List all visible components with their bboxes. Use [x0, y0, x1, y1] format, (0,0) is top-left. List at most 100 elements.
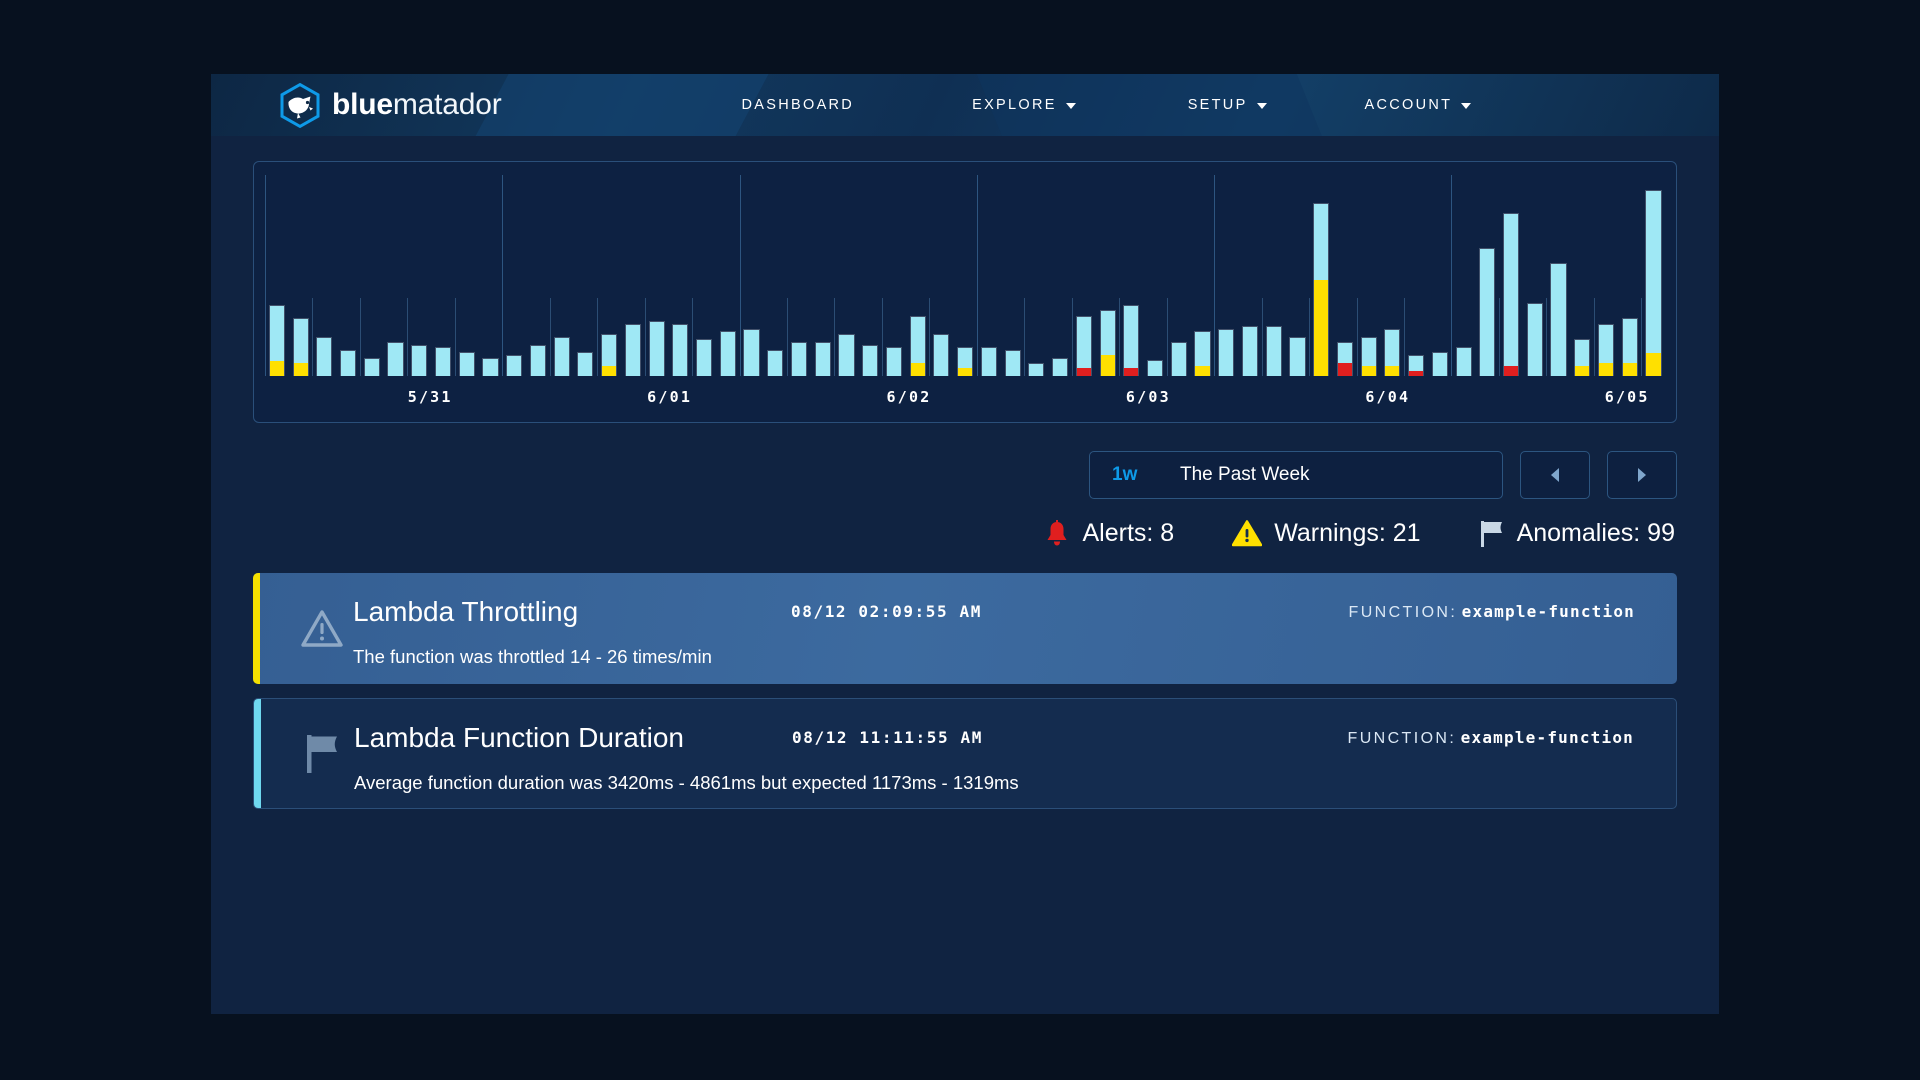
- chart-bar[interactable]: [672, 324, 688, 376]
- chart-bar[interactable]: [838, 334, 854, 376]
- chart-bar-slot: [407, 175, 431, 376]
- chart-bar[interactable]: [1432, 352, 1448, 376]
- chart-bar-slot: [1333, 175, 1357, 376]
- chart-bar[interactable]: [743, 329, 759, 376]
- chart-bar[interactable]: [1622, 318, 1638, 376]
- chart-bar[interactable]: [720, 331, 736, 376]
- chart-bar[interactable]: [269, 305, 285, 376]
- chart-bar[interactable]: [1456, 347, 1472, 376]
- brand-logo[interactable]: bluematador: [279, 83, 502, 128]
- chart-bar[interactable]: [1361, 337, 1377, 376]
- chart-bar[interactable]: [1266, 326, 1282, 376]
- chart-bar[interactable]: [1645, 190, 1661, 376]
- stat-alerts[interactable]: Alerts: 8: [1044, 519, 1174, 548]
- chart-bar-segment-cyan: [1006, 351, 1020, 376]
- chart-bar[interactable]: [791, 342, 807, 376]
- event-timestamp: 08/12 11:11:55 AM: [792, 728, 983, 747]
- chart-bar[interactable]: [435, 347, 451, 376]
- chart-bar-segment-yellow: [1101, 355, 1115, 376]
- chart-bar[interactable]: [1384, 329, 1400, 376]
- chart-bar[interactable]: [387, 342, 403, 376]
- chart-bar-slot: [1191, 175, 1215, 376]
- chart-bar[interactable]: [1503, 213, 1519, 376]
- chart-bar[interactable]: [1123, 305, 1139, 376]
- chart-bar[interactable]: [649, 321, 665, 376]
- chart-bar[interactable]: [316, 337, 332, 376]
- chart-bar-slot: [621, 175, 645, 376]
- chart-bar[interactable]: [601, 334, 617, 376]
- event-card-anomaly[interactable]: Lambda Function Duration 08/12 11:11:55 …: [253, 698, 1677, 809]
- chart-bar[interactable]: [933, 334, 949, 376]
- chart-bar-slot: [312, 175, 336, 376]
- chart-bar[interactable]: [1550, 263, 1566, 376]
- stat-anomalies[interactable]: Anomalies: 99: [1479, 519, 1675, 548]
- chart-bar-slot: [740, 175, 764, 376]
- chart-bar[interactable]: [1076, 316, 1092, 376]
- chart-bar-segment-cyan: [531, 346, 545, 376]
- chart-bar[interactable]: [1005, 350, 1021, 376]
- chart-bar[interactable]: [411, 345, 427, 376]
- chart-bar[interactable]: [696, 339, 712, 376]
- event-meta-key: FUNCTION:: [1349, 604, 1458, 621]
- chart-bar[interactable]: [815, 342, 831, 376]
- events-timeline-chart[interactable]: 5/316/016/026/036/046/05: [253, 161, 1677, 423]
- event-meta-value: example-function: [1461, 728, 1634, 747]
- chart-bar[interactable]: [482, 358, 498, 376]
- chart-bar[interactable]: [1194, 331, 1210, 376]
- chart-bar[interactable]: [577, 352, 593, 376]
- chart-bar[interactable]: [1147, 360, 1163, 376]
- chart-bar[interactable]: [625, 324, 641, 376]
- previous-range-button[interactable]: [1520, 451, 1590, 499]
- chart-bar-slot: [1309, 175, 1333, 376]
- nav-item-account[interactable]: ACCOUNT: [1365, 97, 1472, 113]
- chart-bar-slot: [1048, 175, 1072, 376]
- chart-bar[interactable]: [1313, 203, 1329, 376]
- event-card-warning[interactable]: Lambda Throttling 08/12 02:09:55 AM FUNC…: [253, 573, 1677, 684]
- chart-bar[interactable]: [1408, 355, 1424, 376]
- chart-bar[interactable]: [981, 347, 997, 376]
- chart-bar-slot: [716, 175, 740, 376]
- chart-bar-segment-yellow: [1314, 280, 1328, 376]
- chart-bar[interactable]: [1479, 248, 1495, 376]
- nav-links: DASHBOARD EXPLORE SETUP ACCOUNT: [742, 97, 1472, 113]
- chart-bar[interactable]: [1527, 303, 1543, 376]
- chart-bar[interactable]: [293, 318, 309, 376]
- chart-bar[interactable]: [530, 345, 546, 376]
- next-range-button[interactable]: [1607, 451, 1677, 499]
- chart-bar[interactable]: [1218, 329, 1234, 376]
- chart-bar[interactable]: [1598, 324, 1614, 376]
- chart-bar[interactable]: [767, 350, 783, 376]
- chart-bar[interactable]: [886, 347, 902, 376]
- chart-bar-segment-cyan: [1148, 361, 1162, 376]
- chart-bar-segment-cyan: [626, 325, 640, 376]
- chart-bar-segment-cyan: [1409, 356, 1423, 371]
- nav-item-dashboard[interactable]: DASHBOARD: [742, 97, 855, 113]
- chart-bar[interactable]: [1100, 310, 1116, 376]
- chart-bar[interactable]: [506, 355, 522, 376]
- chart-bar[interactable]: [910, 316, 926, 376]
- chart-bar[interactable]: [1289, 337, 1305, 376]
- chart-bar-segment-yellow: [1362, 366, 1376, 376]
- chart-bar[interactable]: [862, 345, 878, 376]
- chart-bar[interactable]: [1171, 342, 1187, 376]
- bull-hexagon-logo-icon: [279, 83, 321, 128]
- chart-bar[interactable]: [340, 350, 356, 376]
- nav-item-explore[interactable]: EXPLORE: [972, 97, 1076, 113]
- chart-bar[interactable]: [1028, 363, 1044, 376]
- chart-bar[interactable]: [364, 358, 380, 376]
- nav-item-setup[interactable]: SETUP: [1188, 97, 1267, 113]
- chart-bar-segment-cyan: [270, 306, 284, 360]
- stat-warnings[interactable]: Warnings: 21: [1232, 519, 1420, 548]
- chart-bar[interactable]: [1052, 358, 1068, 376]
- flag-icon: [292, 733, 354, 775]
- chart-bar[interactable]: [1337, 342, 1353, 376]
- chevron-down-icon: [1257, 103, 1267, 109]
- chart-bar-segment-cyan: [412, 346, 426, 376]
- chart-bar-segment-cyan: [958, 348, 972, 368]
- chart-bar[interactable]: [957, 347, 973, 376]
- chart-bar[interactable]: [1242, 326, 1258, 376]
- chart-bar[interactable]: [459, 352, 475, 376]
- chart-bar[interactable]: [1574, 339, 1590, 376]
- chart-bar[interactable]: [554, 337, 570, 376]
- time-range-selector[interactable]: 1w The Past Week: [1089, 451, 1503, 499]
